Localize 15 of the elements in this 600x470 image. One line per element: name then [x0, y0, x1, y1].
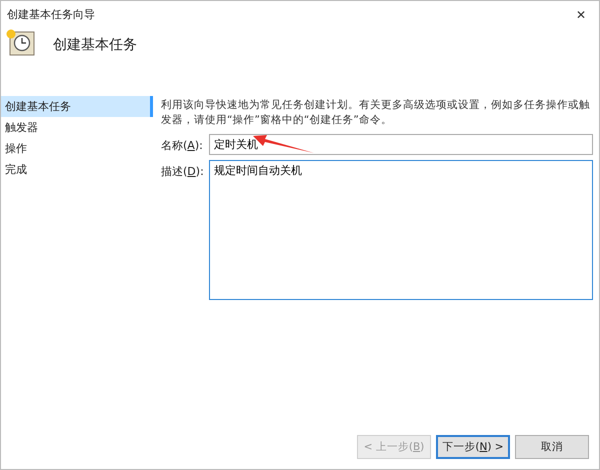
- dialog-button[interactable]: 下一步(N) >: [436, 435, 510, 459]
- close-button[interactable]: ✕: [565, 4, 597, 26]
- window-title: 创建基本任务向导: [7, 7, 95, 22]
- field-label: 描述(D):: [161, 164, 205, 179]
- dialog-button[interactable]: 取消: [515, 435, 589, 459]
- intro-text: 利用该向导快速地为常见任务创建计划。有关更多高级选项或设置，例如多任务操作或触发器，请使用“操作”窗格中的“创建任务”命令。: [161, 98, 591, 128]
- sidebar-item[interactable]: 触发器: [1, 117, 153, 138]
- sidebar-item[interactable]: 操作: [1, 138, 153, 159]
- header-title: 创建基本任务: [53, 36, 137, 54]
- field-label: 名称(A):: [161, 138, 204, 153]
- sidebar-item[interactable]: 完成: [1, 159, 153, 180]
- description-field[interactable]: 规定时间自动关机: [209, 160, 593, 300]
- sidebar-item[interactable]: 创建基本任务: [1, 96, 153, 117]
- name-field[interactable]: 定时关机: [209, 134, 593, 155]
- clock-icon: [5, 28, 35, 56]
